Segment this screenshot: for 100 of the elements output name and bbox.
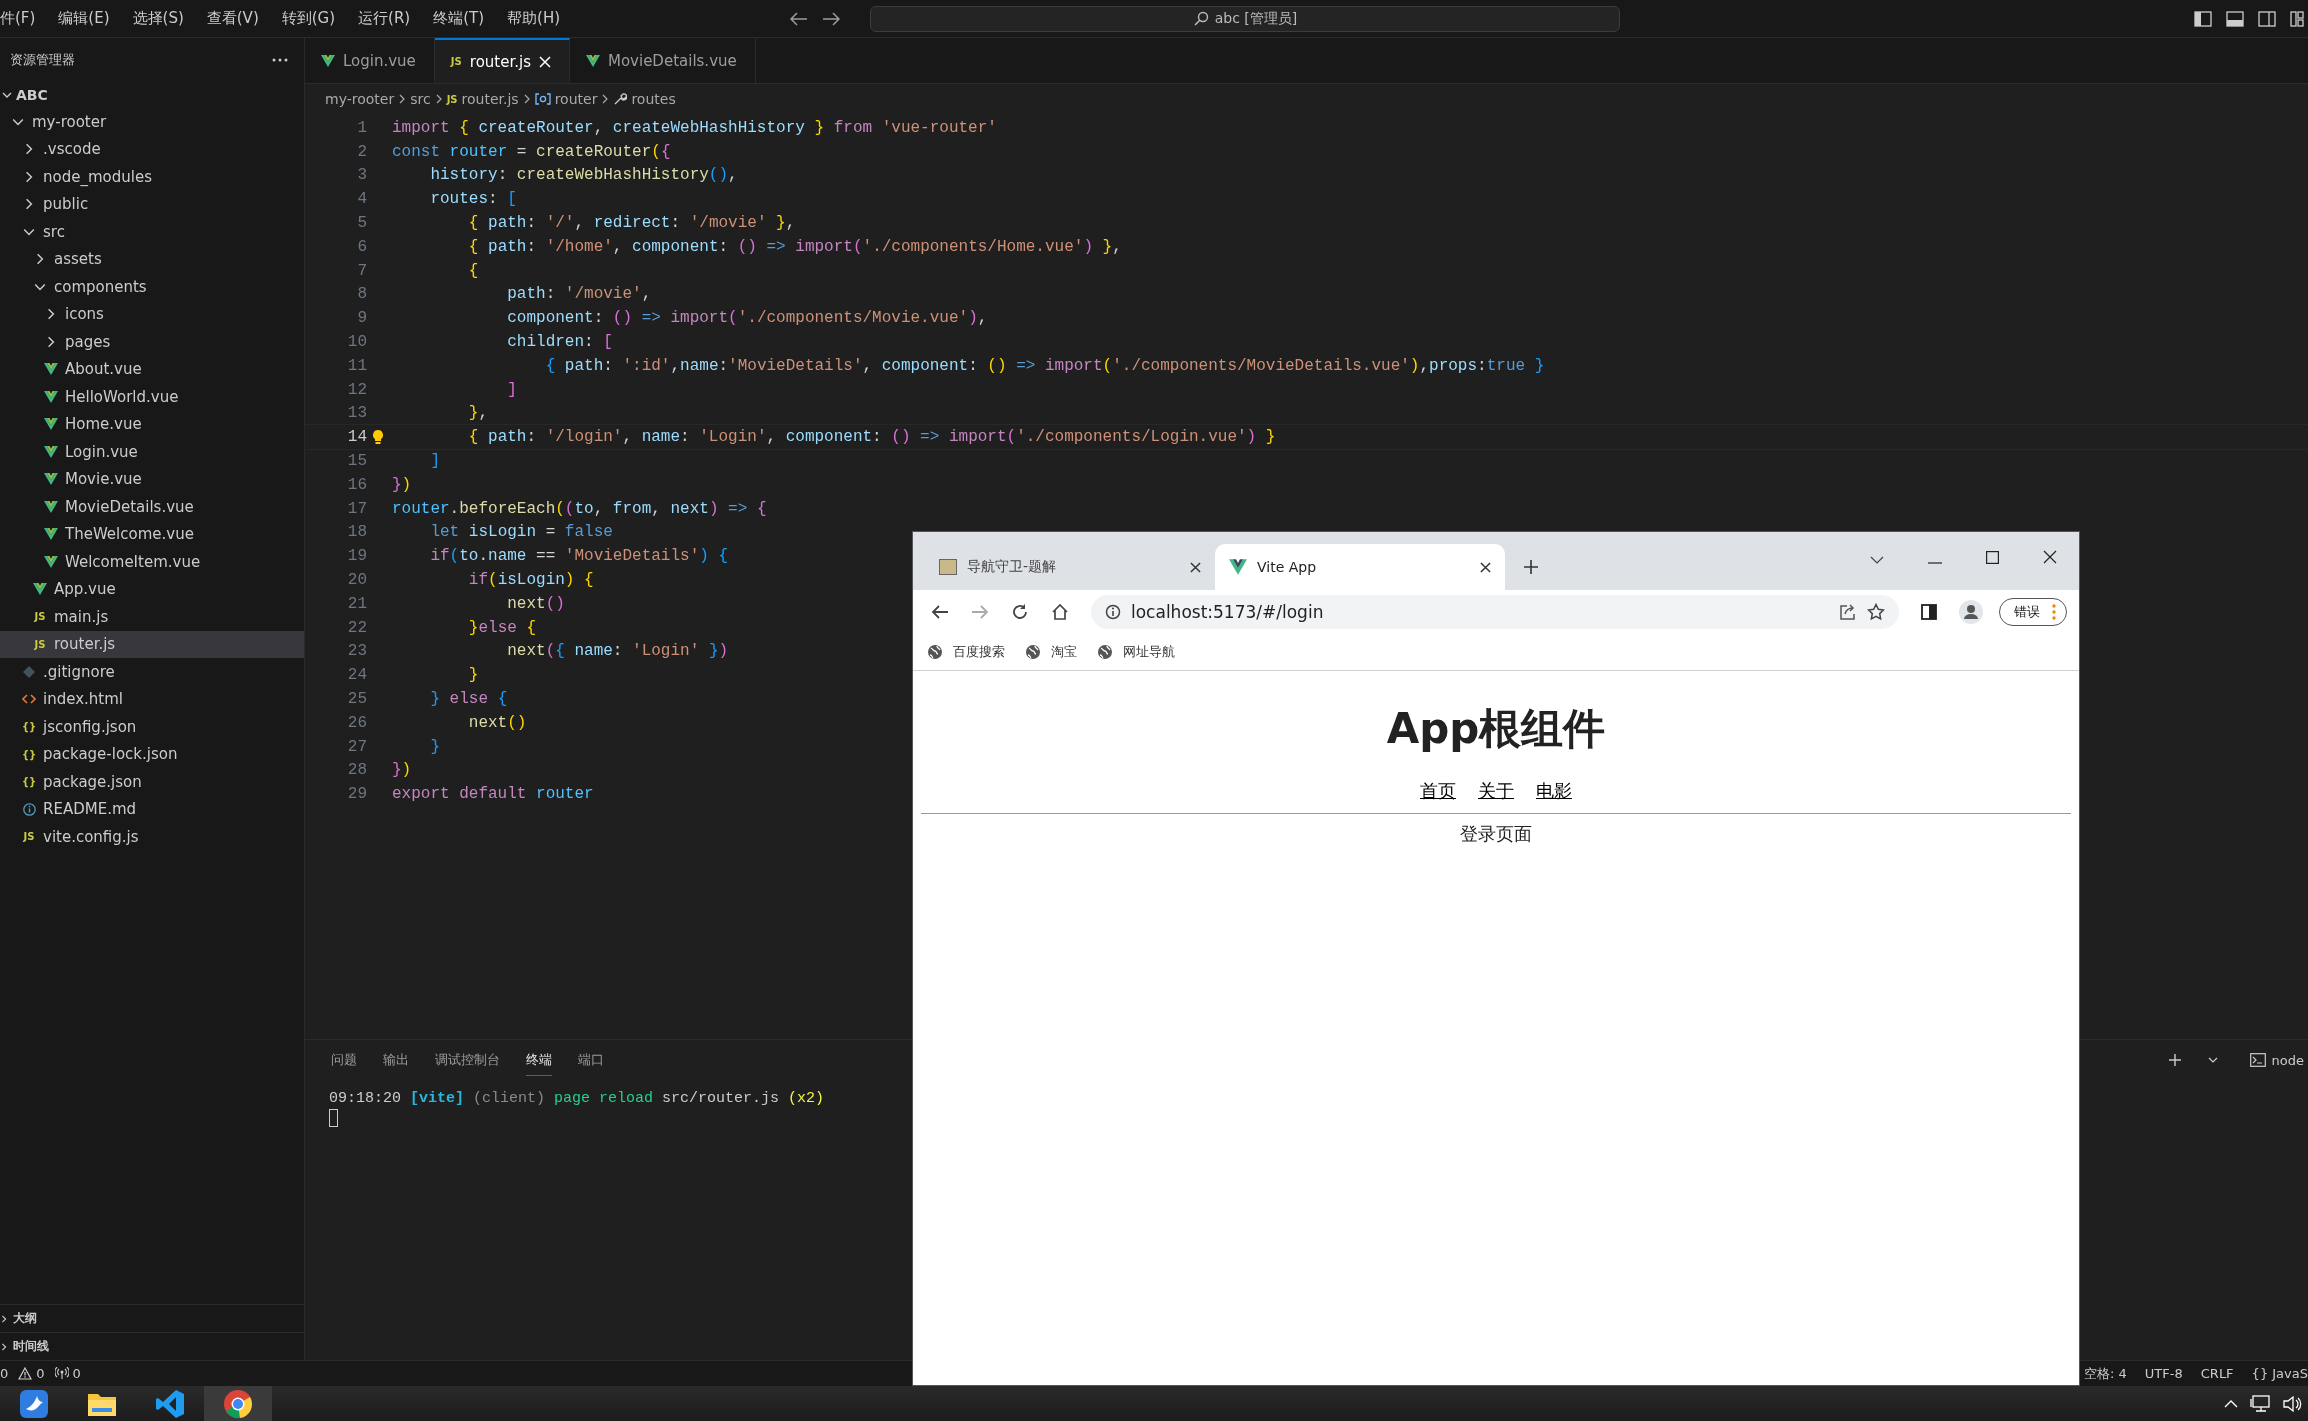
line-number: 7 [356,261,367,280]
tree-item[interactable]: WelcomeItem.vue [0,548,304,576]
menu-item[interactable]: 终端(T) [433,9,494,28]
bookmark[interactable]: 淘宝 [1025,643,1077,661]
plus-icon[interactable] [1523,559,1539,575]
menu-item[interactable]: 编辑(E) [58,9,119,28]
tree-item[interactable]: pages [0,328,304,356]
tree-item[interactable]: HelloWorld.vue [0,383,304,411]
nav-link[interactable]: 首页 [1420,779,1456,803]
status-item[interactable]: 0 [0,1366,9,1381]
bookmark[interactable]: 百度搜索 [927,643,1005,661]
line-number: 26 [346,713,367,732]
tree-item[interactable]: src [0,218,304,246]
tree-item[interactable]: App.vue [0,575,304,603]
tree-item[interactable]: .vscode [0,135,304,163]
back-arrow-icon[interactable] [931,604,949,620]
share-icon[interactable] [1839,603,1857,621]
status-item[interactable]: UTF-8 [2144,1364,2183,1383]
tree-item[interactable]: JS vite.config.js [0,823,304,851]
tree-item[interactable]: Movie.vue [0,465,304,493]
breadcrumb-item[interactable]: router [534,91,598,107]
lightbulb-icon[interactable] [372,429,384,446]
status-item[interactable]: 空格: 4 [2084,1364,2127,1383]
tree-item[interactable]: JS main.js [0,603,304,631]
tree-item[interactable]: icons [0,300,304,328]
toggle-sidebar-icon[interactable] [2194,10,2212,27]
close-icon[interactable] [1190,561,1201,573]
panel-tab[interactable]: 端口 [578,1044,604,1076]
panel-tab[interactable]: 输出 [383,1044,409,1076]
info-icon[interactable] [1105,604,1121,620]
tree-item[interactable]: node_modules [0,163,304,191]
taskbar-app[interactable] [204,1386,272,1421]
tree-item[interactable]: {} jsconfig.json [0,713,304,741]
breadcrumb-item[interactable]: JS router.js [446,91,519,107]
back-arrow-icon[interactable] [790,11,808,26]
close-icon[interactable] [2043,550,2057,564]
tree-item[interactable]: components [0,273,304,301]
maximize-icon[interactable] [1986,551,1999,564]
panel-tab[interactable]: 调试控制台 [435,1044,500,1076]
home-icon[interactable] [1051,603,1069,621]
browser-tab[interactable]: 导航守卫-题解 [925,544,1215,590]
nav-link[interactable]: 电影 [1536,779,1572,803]
tree-item[interactable]: .gitignore [0,658,304,686]
command-search-field[interactable]: abc [管理员] [870,5,1620,32]
breadcrumb-item[interactable]: src [410,91,431,107]
page-heading: App根组件 [1385,703,1607,755]
editor-tab[interactable]: Login.vue [305,38,435,83]
avatar-icon[interactable] [1959,600,1983,624]
nav-link[interactable]: 关于 [1478,779,1514,803]
tree-item[interactable]: TheWelcome.vue [0,520,304,548]
line-number: 23 [346,642,367,661]
status-item[interactable]: 0 [18,1366,45,1381]
breadcrumb-item[interactable]: routes [613,91,676,107]
status-item[interactable]: {} JavaS [2251,1364,2308,1383]
more-icon[interactable] [272,58,288,62]
network-icon[interactable] [2250,1394,2270,1413]
tree-item[interactable]: README.md [0,795,304,823]
terminal-selector[interactable]: node [2249,1052,2304,1068]
tree-item[interactable]: my-rooter [0,108,304,136]
side-panel-icon[interactable] [1921,604,1937,620]
menu-item[interactable]: 转到(G) [281,9,345,28]
tree-item[interactable]: {} package.json [0,768,304,796]
menu-item[interactable]: 查看(V) [206,9,268,28]
star-icon[interactable] [1867,603,1885,621]
address-bar[interactable]: localhost:5173/#/login [1091,595,1899,629]
chevron-down-icon[interactable] [1870,556,1884,564]
speaker-icon[interactable] [2282,1394,2302,1413]
editor-tab[interactable]: MovieDetails.vue [569,38,756,83]
diamond-file-icon [23,665,35,678]
chevron-up-icon[interactable] [2224,1398,2238,1409]
tree-item[interactable]: Login.vue [0,438,304,466]
tree-item[interactable]: {} package-lock.json [0,740,304,768]
menu-item[interactable]: 帮助(H) [507,9,570,28]
tree-item[interactable]: assets [0,245,304,273]
status-item[interactable]: CRLF [2200,1364,2234,1383]
tree-item[interactable]: About.vue [0,355,304,383]
bookmark[interactable]: 网址导航 [1097,643,1175,661]
customize-layout-icon[interactable] [2290,10,2304,27]
sidebar-section-header[interactable]: 大纲 [0,1304,304,1332]
tree-item[interactable]: JS router.js [0,630,304,658]
status-item[interactable]: 0 [54,1366,81,1381]
menu-item[interactable]: 选择(S) [132,9,193,28]
panel-tab[interactable]: 终端 [526,1044,552,1076]
browser-tab[interactable]: Vite App [1215,544,1505,590]
reload-icon[interactable] [1011,603,1029,621]
warning-icon [18,1367,33,1380]
breadcrumb-item[interactable]: my-rooter [325,91,395,107]
toggle-secondary-sidebar-icon[interactable] [2258,10,2276,27]
menu-item[interactable]: 件(F) [0,9,45,28]
forward-arrow-icon[interactable] [822,11,840,26]
editor-tab[interactable]: JS router.js [434,38,570,83]
tree-item[interactable]: public [0,190,304,218]
workspace-header[interactable]: ABC [0,82,304,108]
close-icon[interactable] [1480,561,1491,573]
tree-item[interactable]: index.html [0,685,304,713]
toggle-panel-icon[interactable] [2226,10,2244,27]
tree-item[interactable]: MovieDetails.vue [0,493,304,521]
menu-item[interactable]: 运行(R) [358,9,420,28]
panel-tab[interactable]: 问题 [331,1044,357,1076]
tree-item[interactable]: Home.vue [0,410,304,438]
